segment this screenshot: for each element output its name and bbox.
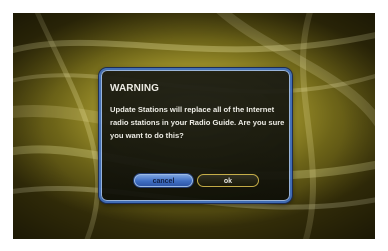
photo-frame: WARNING Update Stations will replace all… <box>0 0 388 251</box>
ok-button[interactable]: ok <box>197 174 259 187</box>
warning-dialog: WARNING Update Stations will replace all… <box>99 68 292 203</box>
dialog-title: WARNING <box>110 83 160 94</box>
tv-screen: WARNING Update Stations will replace all… <box>13 13 375 239</box>
dialog-message: Update Stations will replace all of the … <box>110 105 285 140</box>
cancel-button[interactable]: cancel <box>134 174 193 187</box>
